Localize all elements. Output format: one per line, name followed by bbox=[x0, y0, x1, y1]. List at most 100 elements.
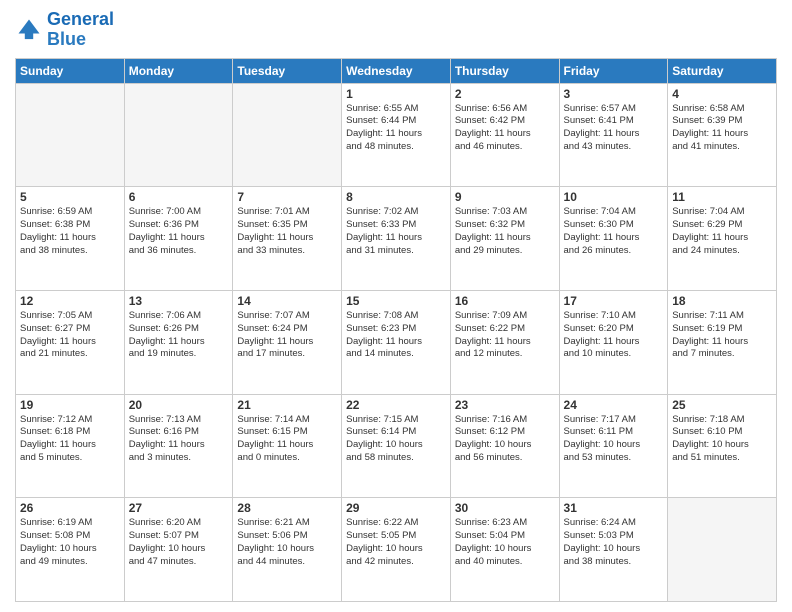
calendar-cell: 26 Sunrise: 6:19 AM Sunset: 5:08 PM Dayli… bbox=[16, 498, 125, 602]
calendar-cell: 31Sunrise: 6:24 AM Sunset: 5:03 PM Dayli… bbox=[559, 498, 668, 602]
day-header-row: Sunday Monday Tuesday Wednesday Thursday… bbox=[16, 58, 777, 83]
day-info: Sunrise: 6:20 AM Sunset: 5:07 PM Dayligh… bbox=[129, 517, 229, 568]
day-number: 10 bbox=[564, 190, 664, 204]
logo: General Blue bbox=[15, 10, 114, 50]
day-number: 19 bbox=[20, 398, 120, 412]
day-number: 16 bbox=[455, 294, 555, 308]
day-number: 11 bbox=[672, 190, 772, 204]
calendar-cell: 14 Sunrise: 7:07 AM Sunset: 6:24 PM Dayli… bbox=[233, 290, 342, 394]
calendar-week-row: 1 Sunrise: 6:55 AM Sunset: 6:44 PM Daylig… bbox=[16, 83, 777, 187]
page: General Blue Sunday Monday Tuesday Wedne… bbox=[0, 0, 792, 612]
calendar-cell: 21 Sunrise: 7:14 AM Sunset: 6:15 PM Dayli… bbox=[233, 394, 342, 498]
day-info: Sunrise: 7:12 AM Sunset: 6:18 PM Dayligh… bbox=[20, 414, 120, 465]
day-number: 28 bbox=[237, 501, 337, 515]
calendar-cell: 18Sunrise: 7:11 AM Sunset: 6:19 PM Dayli… bbox=[668, 290, 777, 394]
calendar-cell: 5 Sunrise: 6:59 AM Sunset: 6:38 PM Daylig… bbox=[16, 187, 125, 291]
day-number: 5 bbox=[20, 190, 120, 204]
day-info: Sunrise: 6:59 AM Sunset: 6:38 PM Dayligh… bbox=[20, 206, 120, 257]
day-info: Sunrise: 7:07 AM Sunset: 6:24 PM Dayligh… bbox=[237, 310, 337, 361]
day-info: Sunrise: 7:11 AM Sunset: 6:19 PM Dayligh… bbox=[672, 310, 772, 361]
day-number: 17 bbox=[564, 294, 664, 308]
header-monday: Monday bbox=[124, 58, 233, 83]
day-info: Sunrise: 7:03 AM Sunset: 6:32 PM Dayligh… bbox=[455, 206, 555, 257]
day-info: Sunrise: 7:06 AM Sunset: 6:26 PM Dayligh… bbox=[129, 310, 229, 361]
header-sunday: Sunday bbox=[16, 58, 125, 83]
header-friday: Friday bbox=[559, 58, 668, 83]
calendar-cell: 7Sunrise: 7:01 AM Sunset: 6:35 PM Daylig… bbox=[233, 187, 342, 291]
calendar-cell: 24Sunrise: 7:17 AM Sunset: 6:11 PM Dayli… bbox=[559, 394, 668, 498]
day-number: 6 bbox=[129, 190, 229, 204]
calendar-cell: 4 Sunrise: 6:58 AM Sunset: 6:39 PM Daylig… bbox=[668, 83, 777, 187]
day-number: 13 bbox=[129, 294, 229, 308]
calendar-cell: 23 Sunrise: 7:16 AM Sunset: 6:12 PM Dayli… bbox=[450, 394, 559, 498]
logo-text: General Blue bbox=[47, 10, 114, 50]
calendar-week-row: 12 Sunrise: 7:05 AM Sunset: 6:27 PM Dayli… bbox=[16, 290, 777, 394]
calendar-cell: 29 Sunrise: 6:22 AM Sunset: 5:05 PM Dayli… bbox=[342, 498, 451, 602]
logo-icon bbox=[15, 16, 43, 44]
calendar-cell: 20 Sunrise: 7:13 AM Sunset: 6:16 PM Dayli… bbox=[124, 394, 233, 498]
day-number: 29 bbox=[346, 501, 446, 515]
day-number: 8 bbox=[346, 190, 446, 204]
day-number: 1 bbox=[346, 87, 446, 101]
day-info: Sunrise: 6:19 AM Sunset: 5:08 PM Dayligh… bbox=[20, 517, 120, 568]
day-info: Sunrise: 6:23 AM Sunset: 5:04 PM Dayligh… bbox=[455, 517, 555, 568]
day-info: Sunrise: 6:56 AM Sunset: 6:42 PM Dayligh… bbox=[455, 103, 555, 154]
day-number: 31 bbox=[564, 501, 664, 515]
day-number: 26 bbox=[20, 501, 120, 515]
calendar-cell bbox=[16, 83, 125, 187]
calendar-cell: 2Sunrise: 6:56 AM Sunset: 6:42 PM Daylig… bbox=[450, 83, 559, 187]
header-tuesday: Tuesday bbox=[233, 58, 342, 83]
day-number: 12 bbox=[20, 294, 120, 308]
day-number: 23 bbox=[455, 398, 555, 412]
calendar-cell: 16 Sunrise: 7:09 AM Sunset: 6:22 PM Dayli… bbox=[450, 290, 559, 394]
day-number: 14 bbox=[237, 294, 337, 308]
day-info: Sunrise: 7:10 AM Sunset: 6:20 PM Dayligh… bbox=[564, 310, 664, 361]
calendar-cell: 17 Sunrise: 7:10 AM Sunset: 6:20 PM Dayli… bbox=[559, 290, 668, 394]
calendar-cell: 28 Sunrise: 6:21 AM Sunset: 5:06 PM Dayli… bbox=[233, 498, 342, 602]
calendar-cell: 8 Sunrise: 7:02 AM Sunset: 6:33 PM Daylig… bbox=[342, 187, 451, 291]
day-number: 3 bbox=[564, 87, 664, 101]
day-number: 22 bbox=[346, 398, 446, 412]
day-info: Sunrise: 7:15 AM Sunset: 6:14 PM Dayligh… bbox=[346, 414, 446, 465]
calendar-cell: 1 Sunrise: 6:55 AM Sunset: 6:44 PM Daylig… bbox=[342, 83, 451, 187]
day-info: Sunrise: 7:08 AM Sunset: 6:23 PM Dayligh… bbox=[346, 310, 446, 361]
day-info: Sunrise: 7:13 AM Sunset: 6:16 PM Dayligh… bbox=[129, 414, 229, 465]
day-info: Sunrise: 7:17 AM Sunset: 6:11 PM Dayligh… bbox=[564, 414, 664, 465]
day-number: 20 bbox=[129, 398, 229, 412]
calendar-cell: 25Sunrise: 7:18 AM Sunset: 6:10 PM Dayli… bbox=[668, 394, 777, 498]
day-number: 21 bbox=[237, 398, 337, 412]
calendar-cell: 12 Sunrise: 7:05 AM Sunset: 6:27 PM Dayli… bbox=[16, 290, 125, 394]
day-info: Sunrise: 7:01 AM Sunset: 6:35 PM Dayligh… bbox=[237, 206, 337, 257]
day-info: Sunrise: 7:02 AM Sunset: 6:33 PM Dayligh… bbox=[346, 206, 446, 257]
day-info: Sunrise: 6:55 AM Sunset: 6:44 PM Dayligh… bbox=[346, 103, 446, 154]
day-info: Sunrise: 7:00 AM Sunset: 6:36 PM Dayligh… bbox=[129, 206, 229, 257]
day-number: 4 bbox=[672, 87, 772, 101]
day-info: Sunrise: 7:05 AM Sunset: 6:27 PM Dayligh… bbox=[20, 310, 120, 361]
header: General Blue bbox=[15, 10, 777, 50]
day-number: 25 bbox=[672, 398, 772, 412]
header-thursday: Thursday bbox=[450, 58, 559, 83]
day-number: 30 bbox=[455, 501, 555, 515]
day-info: Sunrise: 6:58 AM Sunset: 6:39 PM Dayligh… bbox=[672, 103, 772, 154]
calendar-table: Sunday Monday Tuesday Wednesday Thursday… bbox=[15, 58, 777, 602]
calendar-cell: 30 Sunrise: 6:23 AM Sunset: 5:04 PM Dayli… bbox=[450, 498, 559, 602]
header-wednesday: Wednesday bbox=[342, 58, 451, 83]
day-info: Sunrise: 7:09 AM Sunset: 6:22 PM Dayligh… bbox=[455, 310, 555, 361]
calendar-cell: 10Sunrise: 7:04 AM Sunset: 6:30 PM Dayli… bbox=[559, 187, 668, 291]
day-info: Sunrise: 7:04 AM Sunset: 6:29 PM Dayligh… bbox=[672, 206, 772, 257]
calendar-cell: 22 Sunrise: 7:15 AM Sunset: 6:14 PM Dayli… bbox=[342, 394, 451, 498]
calendar-cell bbox=[124, 83, 233, 187]
calendar-cell: 9Sunrise: 7:03 AM Sunset: 6:32 PM Daylig… bbox=[450, 187, 559, 291]
header-saturday: Saturday bbox=[668, 58, 777, 83]
calendar-cell bbox=[233, 83, 342, 187]
day-info: Sunrise: 6:22 AM Sunset: 5:05 PM Dayligh… bbox=[346, 517, 446, 568]
calendar-cell: 13 Sunrise: 7:06 AM Sunset: 6:26 PM Dayli… bbox=[124, 290, 233, 394]
calendar-cell: 19 Sunrise: 7:12 AM Sunset: 6:18 PM Dayli… bbox=[16, 394, 125, 498]
day-info: Sunrise: 6:21 AM Sunset: 5:06 PM Dayligh… bbox=[237, 517, 337, 568]
calendar-cell: 3Sunrise: 6:57 AM Sunset: 6:41 PM Daylig… bbox=[559, 83, 668, 187]
calendar-cell: 11 Sunrise: 7:04 AM Sunset: 6:29 PM Dayli… bbox=[668, 187, 777, 291]
day-info: Sunrise: 7:14 AM Sunset: 6:15 PM Dayligh… bbox=[237, 414, 337, 465]
day-number: 15 bbox=[346, 294, 446, 308]
calendar-cell bbox=[668, 498, 777, 602]
day-info: Sunrise: 7:16 AM Sunset: 6:12 PM Dayligh… bbox=[455, 414, 555, 465]
